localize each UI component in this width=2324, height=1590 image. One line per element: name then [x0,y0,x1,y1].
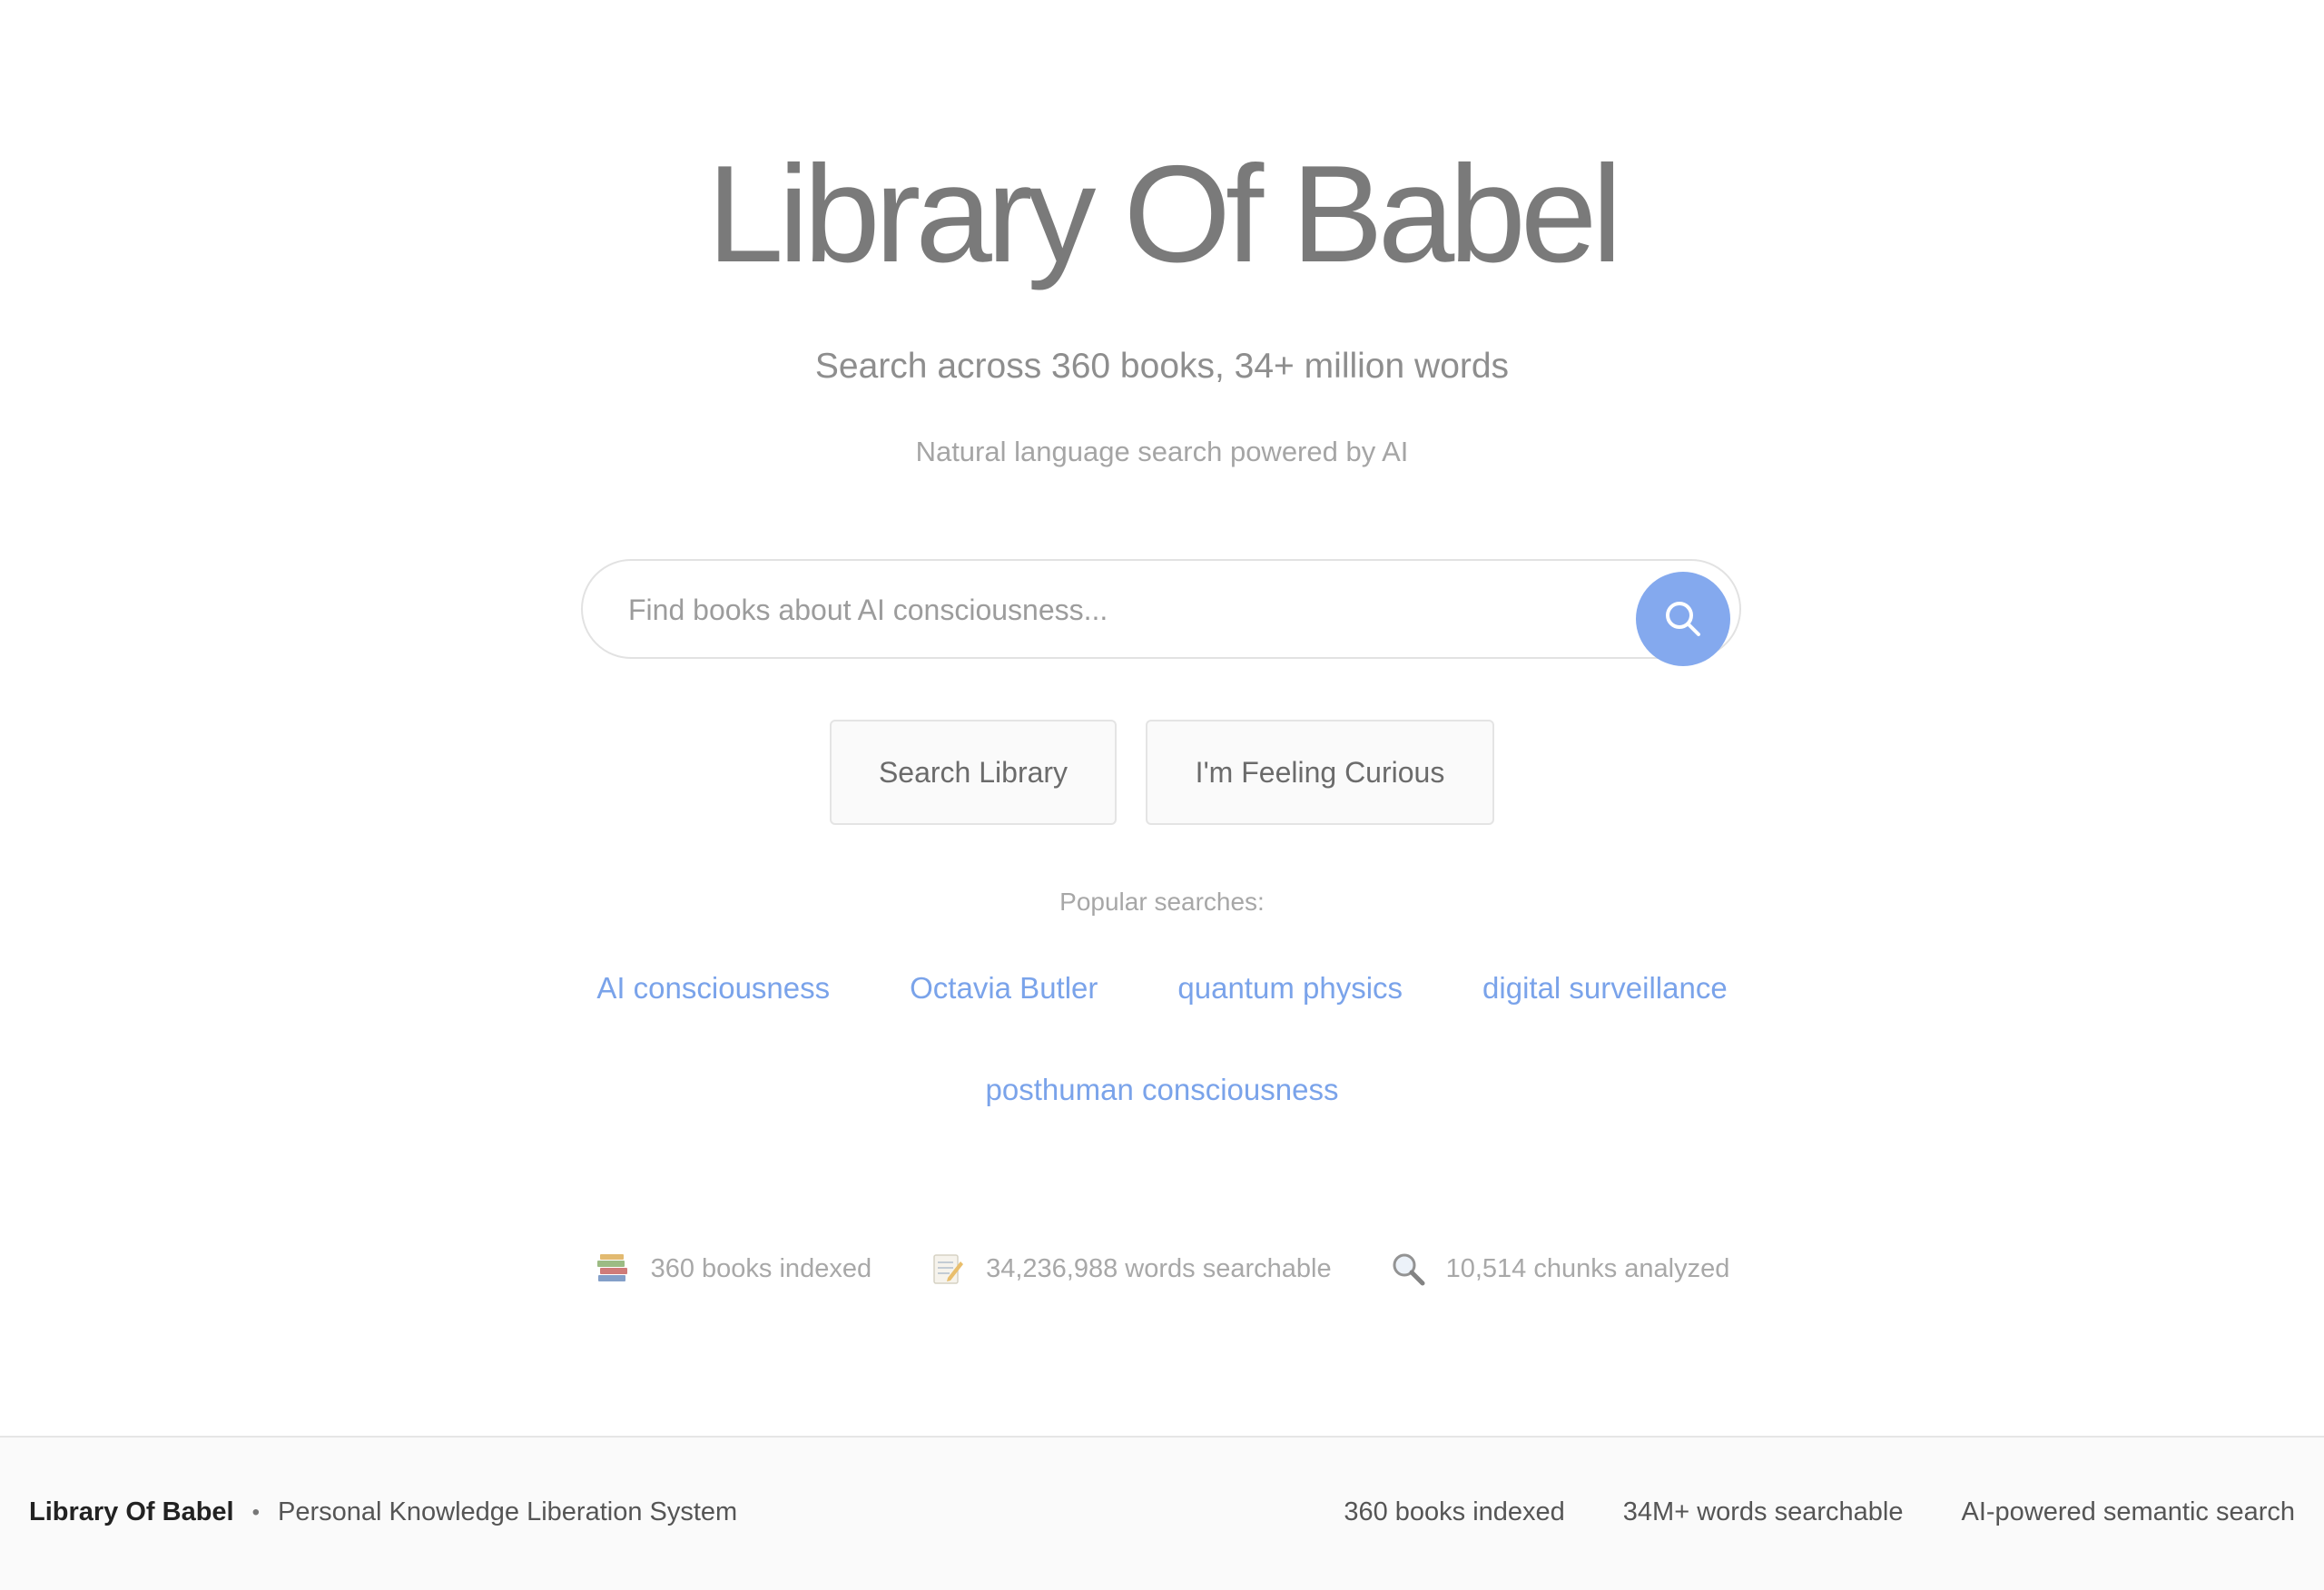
footer-brand[interactable]: Library Of Babel [29,1497,234,1527]
popular-search-link[interactable]: quantum physics [1177,971,1403,1006]
stat-words-text: 34,236,988 words searchable [986,1253,1332,1283]
footer-stats: 360 books indexed 34M+ words searchable … [1344,1497,2295,1527]
search-icon [1666,602,1700,636]
stat-books: 360 books indexed [595,1251,872,1287]
stat-chunks-text: 10,514 chunks analyzed [1445,1253,1730,1283]
stat-words: 34,236,988 words searchable [930,1251,1332,1287]
popular-search-link[interactable]: digital surveillance [1482,971,1728,1006]
popular-searches-label: Popular searches: [1059,888,1265,916]
footer-tagline: Personal Knowledge Liberation System [278,1497,738,1526]
memo-icon [930,1251,966,1287]
footer-stat: 360 books indexed [1344,1497,1565,1526]
footer-stat: 34M+ words searchable [1622,1497,1904,1526]
popular-searches-row: AI consciousness Octavia Butler quantum … [0,971,2324,1006]
stats-bar: 360 books indexed 34,236,988 words searc… [0,1251,2324,1287]
popular-search-link[interactable]: AI consciousness [596,971,830,1006]
popular-search-link[interactable]: Octavia Butler [910,971,1098,1006]
footer: Library Of Babel • Personal Knowledge Li… [0,1436,2324,1590]
page-title: Library Of Babel [706,137,1622,291]
search-submit-button[interactable] [1636,572,1730,666]
page-subtitle: Search across 360 books, 34+ million wor… [814,347,1510,386]
search-input[interactable] [626,561,1574,659]
feeling-curious-button[interactable]: I'm Feeling Curious [1146,720,1494,825]
footer-separator: • [251,1499,261,1525]
footer-stat: AI-powered semantic search [1961,1497,2296,1526]
stat-books-text: 360 books indexed [650,1253,872,1283]
page: Library Of Babel Search across 360 books… [0,0,2324,1590]
search-library-button[interactable]: Search Library [830,720,1117,825]
books-icon [595,1251,631,1287]
magnifier-icon [1390,1251,1426,1287]
action-buttons: Search Library I'm Feeling Curious [0,720,2324,825]
popular-searches-row: posthuman consciousness [0,1073,2324,1107]
search-box [581,559,1741,666]
page-tagline: Natural language search powered by AI [915,436,1409,467]
stat-chunks: 10,514 chunks analyzed [1390,1251,1730,1287]
footer-left: Library Of Babel • Personal Knowledge Li… [29,1497,737,1527]
popular-search-link[interactable]: posthuman consciousness [986,1073,1339,1107]
